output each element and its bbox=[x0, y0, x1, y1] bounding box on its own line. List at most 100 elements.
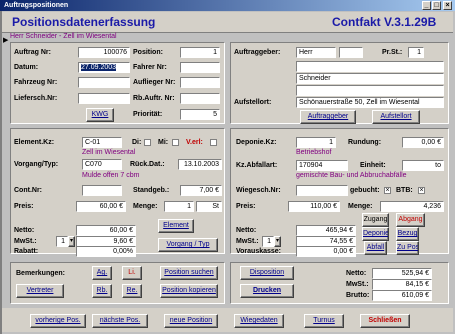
cont-nr-label: Cont.Nr: bbox=[14, 187, 42, 194]
auflieger-field[interactable] bbox=[180, 77, 220, 88]
deponie-preis-field[interactable]: 110,00 € bbox=[288, 201, 340, 212]
deponie-mwst-dropdown-icon[interactable]: ▾ bbox=[274, 236, 281, 247]
gebucht-label: gebucht: bbox=[350, 187, 380, 194]
anrede-field[interactable]: Herr bbox=[296, 47, 336, 58]
datum-field[interactable]: 27.09.2003 bbox=[78, 62, 130, 73]
deponie-kz-label: Deponie.Kz: bbox=[236, 139, 277, 146]
auflieger-label: Auflieger Nr: bbox=[133, 79, 176, 86]
maximize-button[interactable]: □ bbox=[432, 1, 441, 10]
vorauskasse-field[interactable]: 0,00 € bbox=[296, 246, 356, 257]
fahrer-label: Fahrer Nr: bbox=[133, 64, 167, 71]
deponie-menge-field[interactable]: 4,236 bbox=[380, 201, 444, 212]
element-button[interactable]: Element bbox=[158, 219, 194, 233]
total-netto-field[interactable]: 525,94 € bbox=[372, 268, 432, 279]
remark-li-button[interactable]: Li. bbox=[122, 266, 142, 280]
schliessen-button[interactable]: Schließen bbox=[360, 314, 410, 328]
aufstellort-field[interactable]: Schönauerstraße 50, Zell im Wiesental bbox=[296, 97, 444, 108]
aufstellort-button[interactable]: Aufstellort bbox=[372, 110, 420, 124]
deponie-menge-label: Menge: bbox=[348, 203, 373, 210]
deponie-mwst-label: MwSt.: bbox=[236, 238, 259, 245]
auftraggeber-field-2[interactable] bbox=[339, 47, 363, 58]
cont-nr-field[interactable] bbox=[82, 185, 122, 196]
zugang-button[interactable]: Zugang bbox=[362, 213, 389, 227]
auftraggeber-line3[interactable] bbox=[296, 85, 444, 96]
abfallart-field[interactable]: 170904 bbox=[296, 160, 348, 171]
minimize-button[interactable]: _ bbox=[422, 1, 431, 10]
prst-field[interactable]: 1 bbox=[408, 47, 424, 58]
remark-ag-button[interactable]: Ag. bbox=[92, 266, 112, 280]
auftraggeber-label: Auftraggeber: bbox=[234, 49, 281, 56]
rundung-field[interactable]: 0,00 € bbox=[402, 137, 444, 148]
standgeb-field[interactable]: 7,00 € bbox=[180, 185, 222, 196]
vorgang-label: Vorgang/Typ: bbox=[14, 161, 59, 168]
abfall-button[interactable]: Abfall bbox=[364, 241, 387, 255]
zu-pos-button[interactable]: Zu Pos. bbox=[396, 241, 419, 255]
wiegedaten-button[interactable]: Wiegedaten bbox=[234, 314, 284, 328]
element-mwst-code[interactable]: 1 bbox=[56, 236, 68, 247]
disposition-button[interactable]: Disposition bbox=[240, 266, 294, 280]
deponie-button[interactable]: Deponie bbox=[362, 227, 389, 241]
prst-label: Pr.St.: bbox=[382, 49, 403, 56]
remark-rb-button[interactable]: Rb. bbox=[92, 284, 112, 298]
vertreter-button[interactable]: Vertreter bbox=[16, 284, 64, 298]
lieferschein-field[interactable] bbox=[78, 93, 130, 104]
prioritaet-field[interactable]: 5 bbox=[180, 109, 220, 120]
next-position-button[interactable]: nächste Pos. bbox=[92, 314, 148, 328]
total-mwst-label: MwSt.: bbox=[346, 281, 369, 288]
auftraggeber-name[interactable]: Schneider bbox=[296, 73, 444, 84]
auftraggeber-line1[interactable] bbox=[296, 61, 444, 72]
element-netto-field[interactable]: 60,00 € bbox=[76, 225, 136, 236]
rueck-datum-label: Rück.Dat.: bbox=[130, 161, 165, 168]
element-kz-field[interactable]: C-01 bbox=[82, 137, 122, 148]
auftrag-nr-field[interactable]: 100076 bbox=[78, 47, 130, 58]
deponie-mwst-code[interactable]: 1 bbox=[262, 236, 274, 247]
close-window-button[interactable]: × bbox=[443, 1, 452, 10]
record-selector-icon[interactable]: ▶ bbox=[3, 36, 8, 44]
mi-label: Mi: bbox=[158, 139, 169, 146]
previous-position-button[interactable]: vorherige Pos. bbox=[30, 314, 86, 328]
element-menge-label: Menge: bbox=[133, 203, 158, 210]
remark-re-button[interactable]: Re. bbox=[122, 284, 142, 298]
standgeb-label: Standgeb.: bbox=[133, 187, 170, 194]
drucken-button[interactable]: Drucken bbox=[240, 284, 294, 298]
total-mwst-field[interactable]: 84,15 € bbox=[372, 279, 432, 290]
di-label: Di: bbox=[132, 139, 142, 146]
fahrzeug-label: Fahrzeug Nr: bbox=[14, 79, 58, 86]
rabatt-field[interactable]: 0,00% bbox=[76, 246, 136, 257]
position-field[interactable]: 1 bbox=[180, 47, 220, 58]
element-preis-field[interactable]: 60,00 € bbox=[76, 201, 126, 212]
rueck-datum-field[interactable]: 13.10.2003 bbox=[178, 159, 222, 170]
version-label: Contfakt V.3.1.29B bbox=[332, 15, 437, 29]
deponie-netto-field[interactable]: 465,94 € bbox=[296, 225, 356, 236]
abgang-button[interactable]: Abgang bbox=[396, 213, 425, 227]
gebucht-checkbox[interactable]: × bbox=[384, 187, 391, 194]
element-einheit-field[interactable]: St bbox=[196, 201, 222, 212]
new-position-button[interactable]: neue Position bbox=[164, 314, 218, 328]
kwg-button[interactable]: KWG bbox=[86, 108, 114, 122]
di-checkbox[interactable] bbox=[144, 139, 151, 146]
verl-label: V.erl: bbox=[186, 139, 203, 146]
element-menge-field[interactable]: 1 bbox=[164, 201, 194, 212]
auftrag-nr-label: Auftrag Nr: bbox=[14, 49, 51, 56]
vorauskasse-label: Vorauskasse: bbox=[236, 248, 282, 255]
position-suchen-button[interactable]: Position suchen bbox=[160, 266, 218, 280]
auftraggeber-button[interactable]: Auftraggeber bbox=[300, 110, 356, 124]
rb-auftrag-field[interactable] bbox=[180, 93, 220, 104]
vorgang-typ-button[interactable]: Vorgang / Typ bbox=[158, 238, 218, 252]
deponie-kz-field[interactable]: 1 bbox=[296, 137, 336, 148]
mi-checkbox[interactable] bbox=[172, 139, 179, 146]
element-mwst-dropdown-icon[interactable]: ▾ bbox=[68, 236, 75, 247]
total-brutto-field[interactable]: 610,09 € bbox=[372, 290, 432, 301]
fahrzeug-field[interactable] bbox=[78, 77, 130, 88]
btb-checkbox[interactable]: × bbox=[418, 187, 425, 194]
vorgang-field[interactable]: C070 bbox=[82, 159, 122, 170]
bezug-button[interactable]: Bezug bbox=[396, 227, 419, 241]
position-kopieren-button[interactable]: Position kopieren bbox=[160, 284, 218, 298]
fahrer-field[interactable] bbox=[180, 62, 220, 73]
turnus-button[interactable]: Turnus bbox=[304, 314, 344, 328]
wiegeschein-field[interactable] bbox=[296, 185, 348, 196]
einheit-field[interactable]: to bbox=[402, 160, 444, 171]
verl-checkbox[interactable] bbox=[210, 139, 217, 146]
element-netto-label: Netto: bbox=[14, 227, 35, 234]
total-netto-label: Netto: bbox=[346, 270, 367, 277]
